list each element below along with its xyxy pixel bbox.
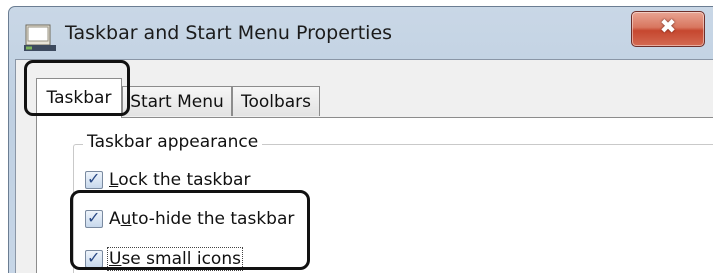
options-highlight-outline <box>70 190 310 270</box>
taskbar-icon <box>24 24 56 51</box>
group-title: Taskbar appearance <box>83 132 263 152</box>
lock-taskbar-label: Lock the taskbar <box>109 170 251 190</box>
tab-start-menu[interactable]: Start Menu <box>122 86 232 116</box>
close-button[interactable]: ✖ <box>631 11 705 47</box>
lock-taskbar-checkbox[interactable]: ✓ <box>85 169 103 189</box>
title-bar[interactable]: Taskbar and Start Menu Properties ✖ <box>9 7 713 63</box>
tab-highlight-outline <box>24 60 130 116</box>
tab-toolbars[interactable]: Toolbars <box>232 86 320 116</box>
checkmark-icon: ✓ <box>87 169 101 188</box>
close-icon: ✖ <box>659 14 677 38</box>
window-title: Taskbar and Start Menu Properties <box>65 22 393 44</box>
